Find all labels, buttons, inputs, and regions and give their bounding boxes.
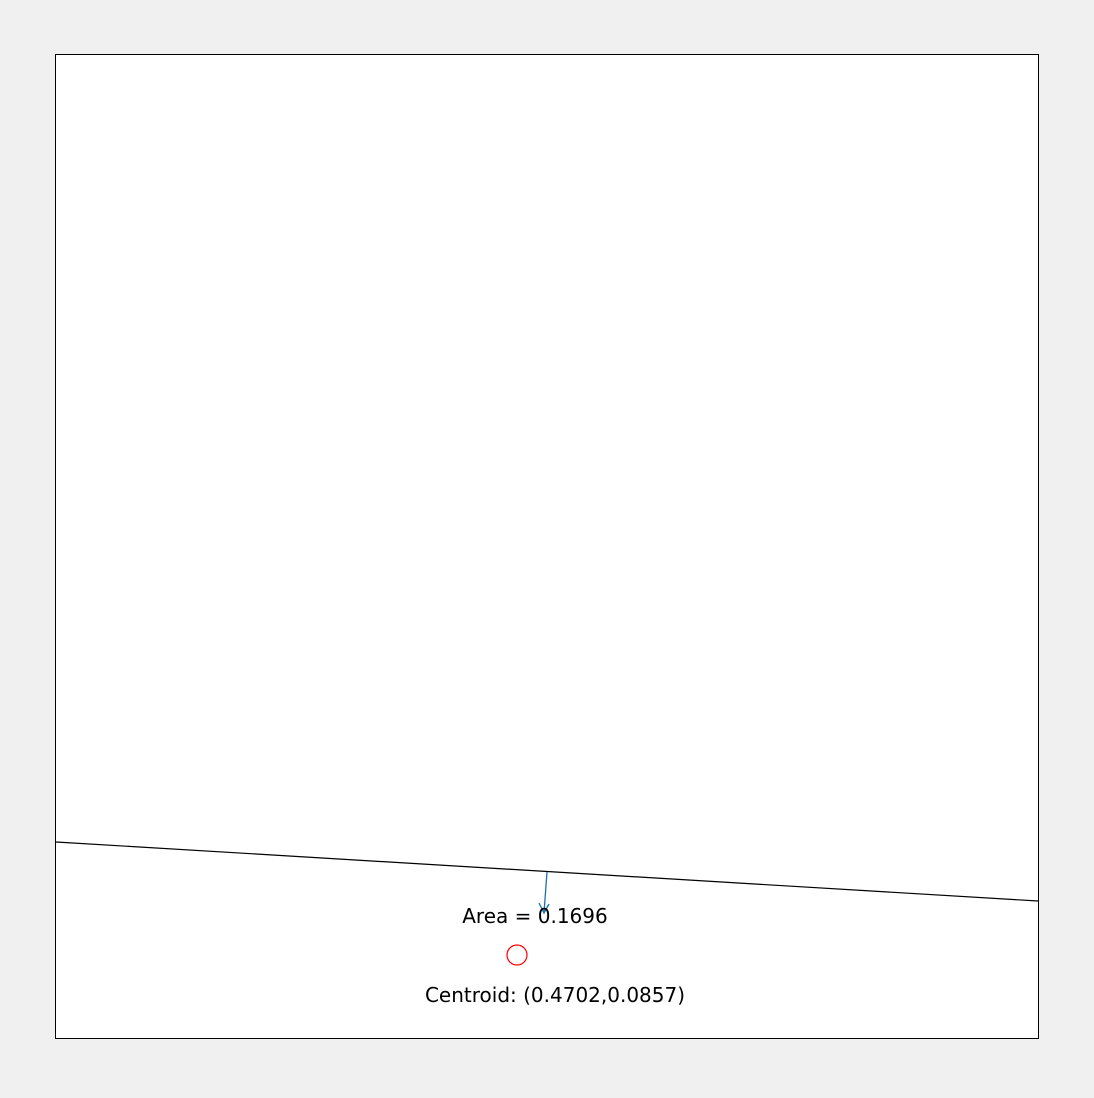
area-label: Area = 0.1696 [462,904,607,928]
axes-box [55,54,1039,1039]
diagram-canvas: Area = 0.1696 Centroid: (0.4702,0.0857) [0,0,1094,1094]
centroid-label: Centroid: (0.4702,0.0857) [425,983,685,1007]
figure-window: Area = 0.1696 Centroid: (0.4702,0.0857) [0,0,1094,1094]
